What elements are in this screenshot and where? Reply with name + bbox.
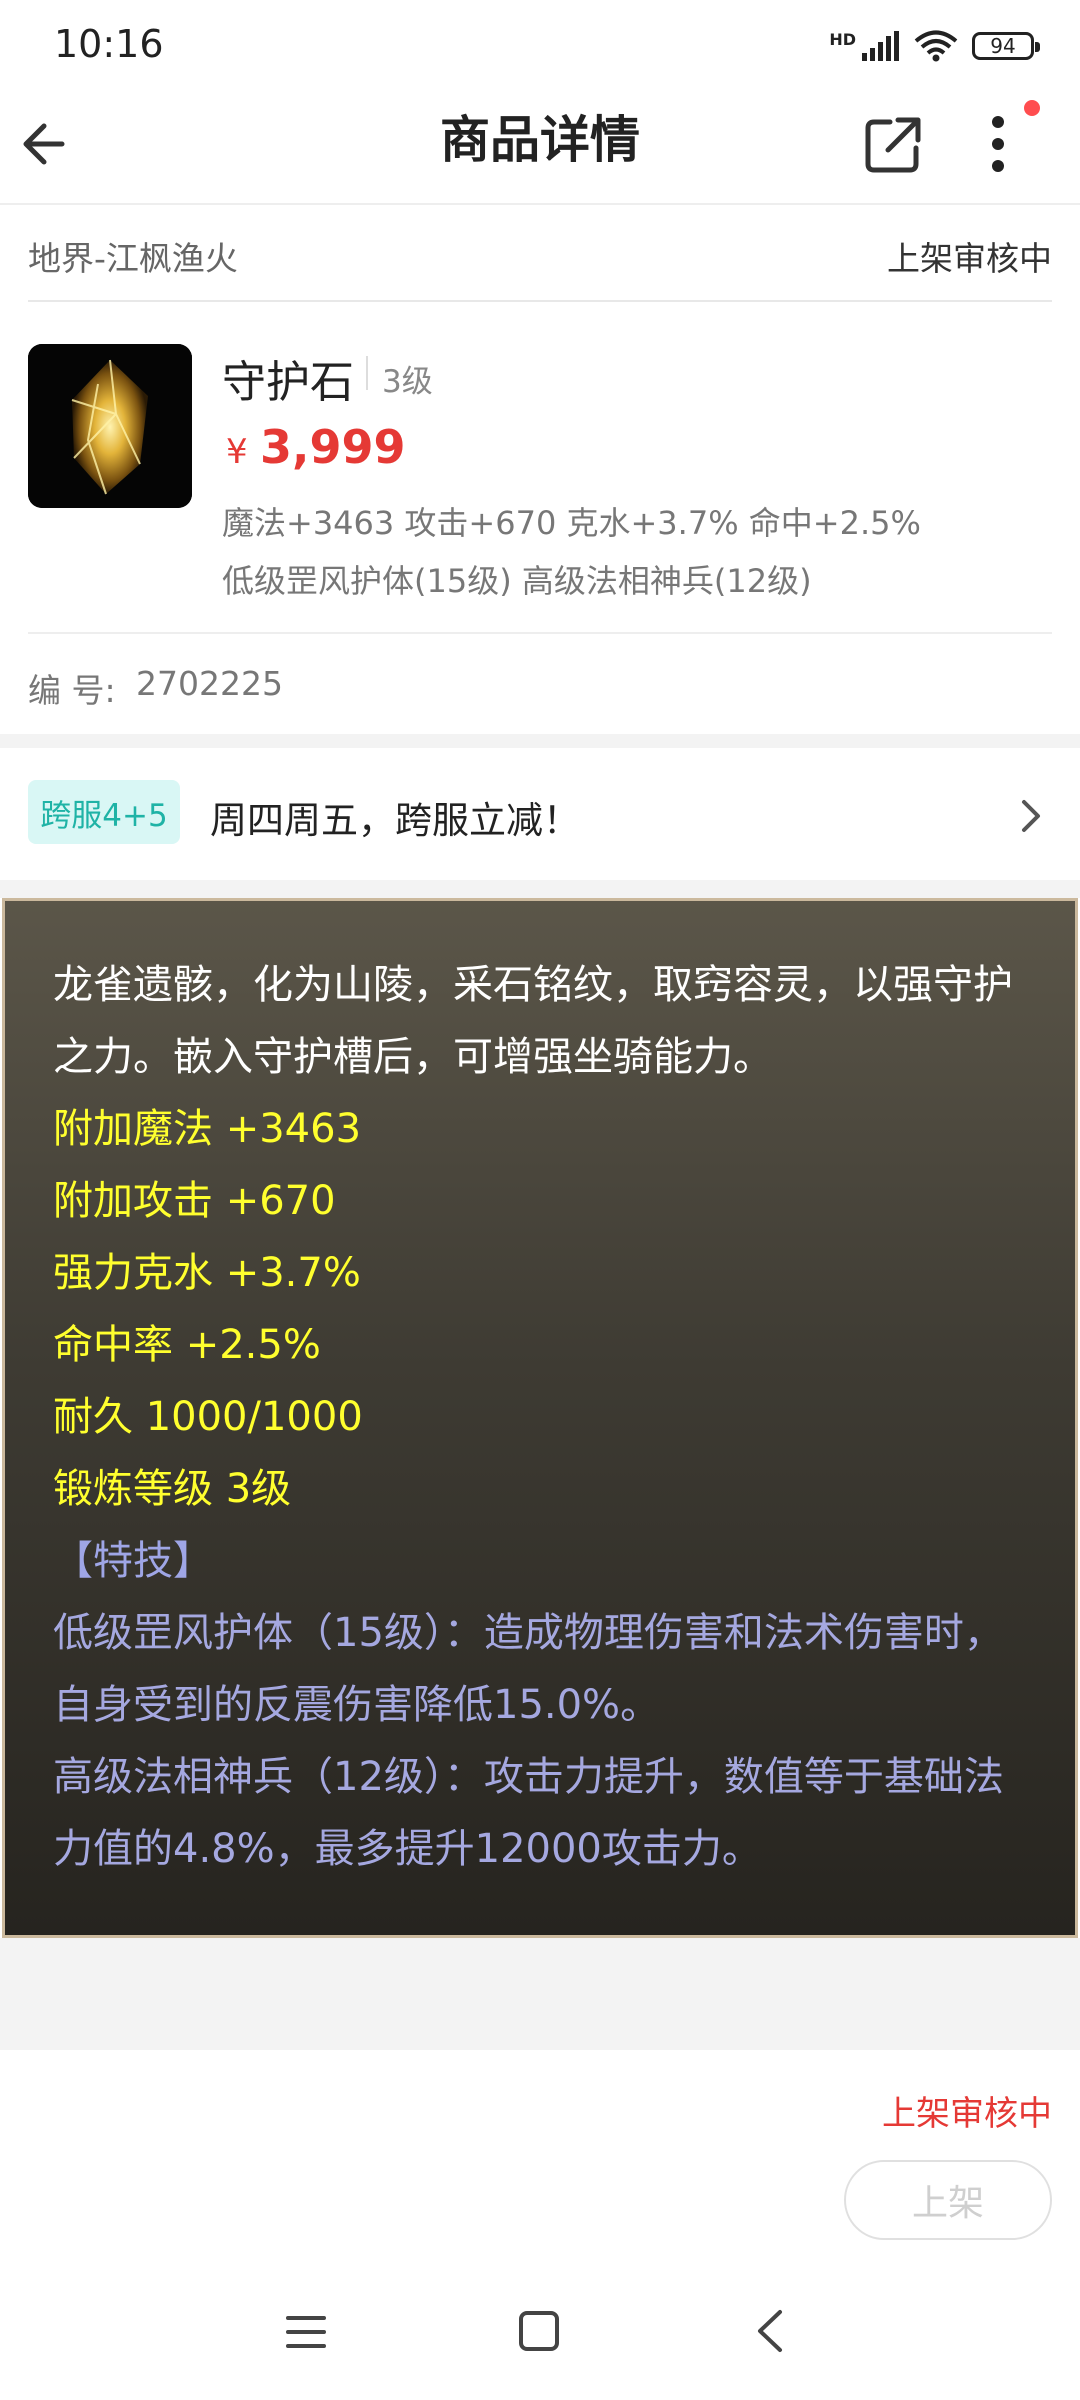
notification-dot (1024, 100, 1040, 116)
item-description-panel: 龙雀遗骸，化为山陵，采石铭纹，取窍容灵，以强守护之力。嵌入守护槽后，可增强坐骑能… (2, 898, 1078, 1938)
stat-line: 锻炼等级 3级 (53, 1466, 292, 1512)
product-attributes: 魔法+3463 攻击+670 克水+3.7% 命中+2.5% (222, 504, 921, 542)
lore-text: 龙雀遗骸，化为山陵，采石铭纹，取窍容灵，以强守护之力。嵌入守护槽后，可增强坐骑能… (53, 962, 1013, 1080)
stat-line: 耐久 1000/1000 (53, 1394, 363, 1440)
promo-text[interactable]: 周四周五，跨服立减！ (210, 790, 580, 844)
list-item-button[interactable]: 上架 (844, 2160, 1052, 2240)
listing-status: 上架审核中 (887, 239, 1052, 278)
nav-home-icon[interactable] (518, 2310, 560, 2352)
status-icons: HD 94 (829, 30, 1040, 62)
wifi-icon (914, 30, 958, 62)
list-button-label: 上架 (911, 2183, 984, 2224)
header-divider (0, 203, 1080, 205)
section-gap (0, 1938, 1080, 2050)
section-gap (0, 880, 1080, 898)
stat-line: 强力克水 +3.7% (53, 1250, 361, 1296)
signal-icon (862, 31, 899, 61)
battery-level: 94 (990, 34, 1016, 58)
status-time: 10:16 (54, 22, 164, 66)
nav-menu-icon[interactable] (284, 2310, 328, 2354)
guardian-stone-icon (28, 344, 192, 508)
stat-line: 附加魔法 +3463 (53, 1106, 362, 1152)
product-name: 守护石 (222, 357, 354, 408)
serial-label: 编 号: (28, 671, 116, 710)
bottom-listing-status: 上架审核中 (882, 2094, 1052, 2134)
hd-label: HD (829, 30, 856, 49)
divider (28, 632, 1052, 634)
product-price: 3,999 (260, 420, 406, 474)
product-level: 3级 (382, 364, 433, 400)
product-image (28, 344, 192, 508)
section-gap (0, 734, 1080, 748)
more-menu-icon[interactable] (975, 108, 1021, 184)
skills-header: 【特技】 (53, 1538, 213, 1584)
skill-line: 低级罡风护体（15级）：造成物理伤害和法术伤害时，自身受到的反震伤害降低15.0… (53, 1610, 1004, 1728)
stat-line: 附加攻击 +670 (53, 1178, 336, 1224)
chevron-right-icon[interactable] (1016, 796, 1046, 836)
product-skills: 低级罡风护体(15级) 高级法相神兵(12级) (222, 562, 812, 600)
battery-icon: 94 (972, 32, 1040, 60)
price-currency: ¥ (226, 432, 248, 472)
level-separator (366, 356, 368, 390)
server-name: 地界-江枫渔火 (28, 239, 238, 278)
stat-line: 命中率 +2.5% (53, 1322, 321, 1368)
serial-number: 2702225 (136, 664, 283, 703)
nav-back-icon[interactable] (752, 2306, 788, 2356)
share-icon[interactable] (860, 112, 926, 178)
skill-line: 高级法相神兵（12级）：攻击力提升，数值等于基础法力值的4.8%，最多提升120… (53, 1754, 1004, 1872)
promo-tag[interactable]: 跨服4+5 (28, 780, 180, 844)
promo-tag-label: 跨服4+5 (40, 797, 168, 834)
divider (28, 300, 1052, 302)
